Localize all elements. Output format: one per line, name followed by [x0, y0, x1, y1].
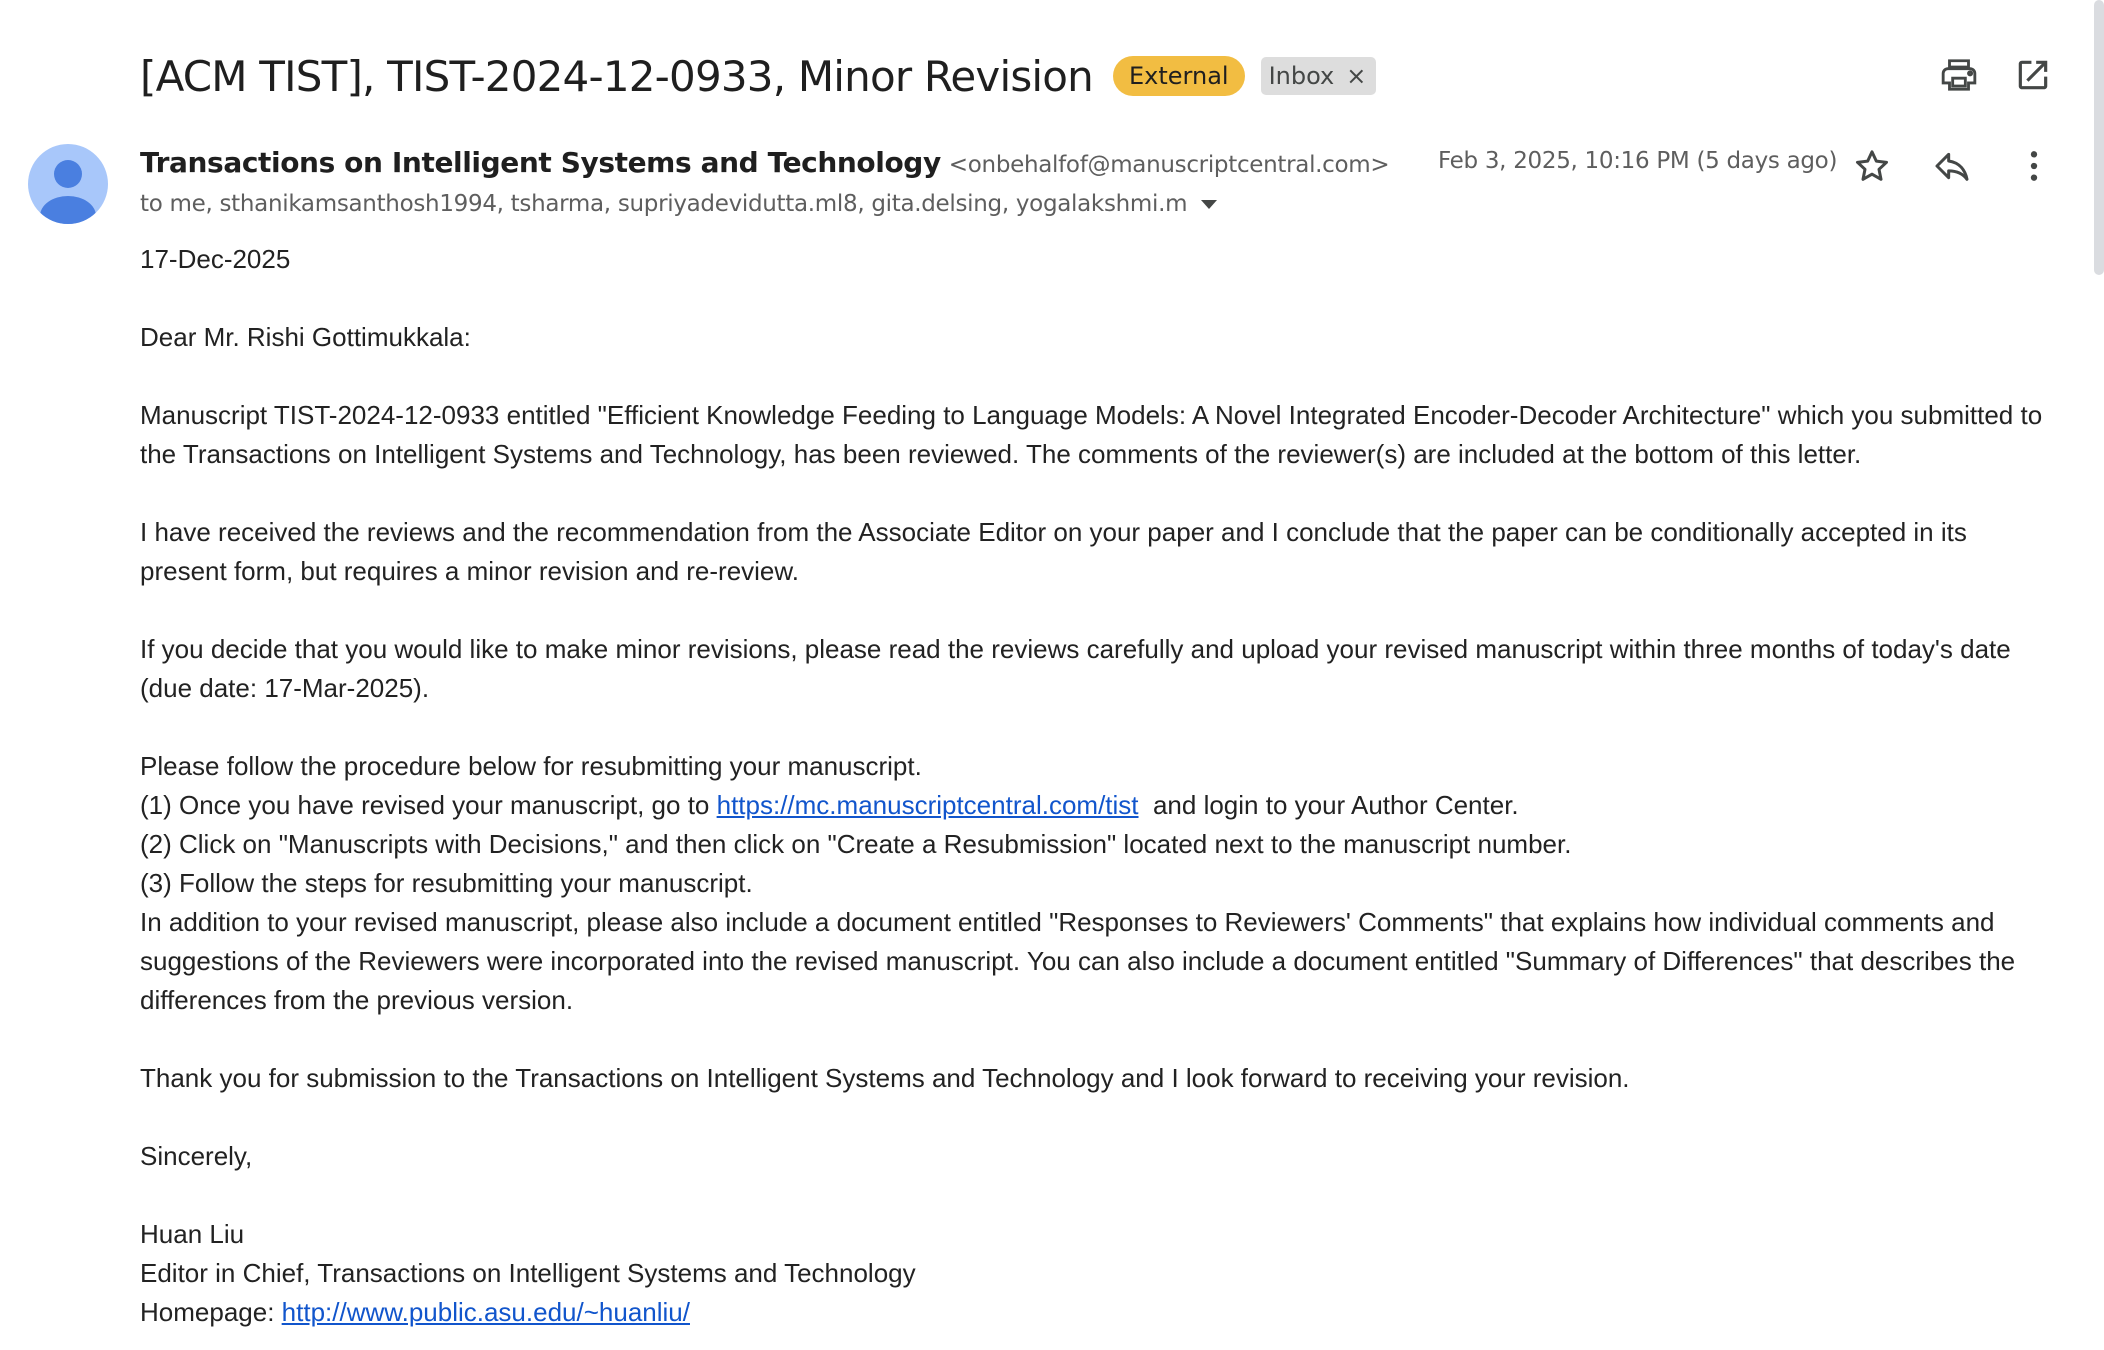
manuscript-central-link[interactable]: https://mc.manuscriptcentral.com/tist: [717, 790, 1139, 820]
thanks-paragraph: Thank you for submission to the Transact…: [140, 1063, 1630, 1093]
avatar: [28, 144, 108, 224]
external-label[interactable]: External: [1113, 56, 1245, 96]
paragraph-decision: I have received the reviews and the reco…: [140, 517, 1967, 586]
signature-name: Huan Liu: [140, 1219, 245, 1249]
inbox-label[interactable]: Inbox ×: [1260, 57, 1377, 95]
message-body: 17-Dec-2025 Dear Mr. Rishi Gottimukkala:…: [140, 240, 2060, 1332]
email-subject: [ACM TIST], TIST-2024-12-0933, Minor Rev…: [140, 51, 1094, 101]
step-1-suffix: and login to your Author Center.: [1138, 790, 1519, 820]
sender-email: <onbehalfof@manuscriptcentral.com>: [948, 152, 1390, 178]
paragraph-additional-documents: In addition to your revised manuscript, …: [140, 907, 2016, 1015]
signature-title: Editor in Chief, Transactions on Intelli…: [140, 1258, 916, 1288]
message-date: Feb 3, 2025, 10:16 PM (5 days ago): [1438, 148, 1838, 174]
recipients-row: to me, sthanikamsanthosh1994, tsharma, s…: [140, 188, 1218, 220]
paragraph-review-status: Manuscript TIST-2024-12-0933 entitled "E…: [140, 400, 2043, 469]
more-vertical-icon[interactable]: [2014, 146, 2054, 186]
inbox-label-text: Inbox: [1268, 62, 1335, 90]
subject-row: [ACM TIST], TIST-2024-12-0933, Minor Rev…: [140, 46, 1377, 106]
star-icon[interactable]: [1852, 146, 1892, 186]
default-person-icon: [40, 160, 96, 224]
recipients-list: to me, sthanikamsanthosh1994, tsharma, s…: [140, 191, 1188, 217]
procedure-step-1: (1) Once you have revised your manuscrip…: [140, 786, 2060, 825]
paragraph-deadline: If you decide that you would like to mak…: [140, 634, 2011, 703]
scrollbar[interactable]: [2094, 0, 2104, 1350]
sender-row: Transactions on Intelligent Systems and …: [140, 146, 1390, 182]
greeting: Dear Mr. Rishi Gottimukkala:: [140, 322, 471, 352]
procedure-step-3: (3) Follow the steps for resubmitting yo…: [140, 868, 753, 898]
step-1-prefix: (1) Once you have revised your manuscrip…: [140, 790, 717, 820]
homepage-link[interactable]: http://www.public.asu.edu/~huanliu/: [282, 1297, 690, 1327]
print-icon[interactable]: [1940, 56, 1978, 94]
letter-date: 17-Dec-2025: [140, 244, 291, 274]
closing: Sincerely,: [140, 1141, 253, 1171]
homepage-label: Homepage:: [140, 1297, 282, 1327]
show-details-icon[interactable]: [1201, 199, 1218, 209]
procedure-step-2: (2) Click on "Manuscripts with Decisions…: [140, 829, 1572, 859]
procedure-intro: Please follow the procedure below for re…: [140, 751, 922, 781]
sender-name[interactable]: Transactions on Intelligent Systems and …: [140, 146, 941, 179]
scrollbar-thumb[interactable]: [2094, 0, 2104, 275]
open-in-new-window-icon[interactable]: [2014, 56, 2052, 94]
reply-icon[interactable]: [1932, 146, 1972, 186]
remove-label-icon[interactable]: ×: [1346, 57, 1366, 95]
signature-homepage: Homepage: http://www.public.asu.edu/~hua…: [140, 1293, 2060, 1332]
